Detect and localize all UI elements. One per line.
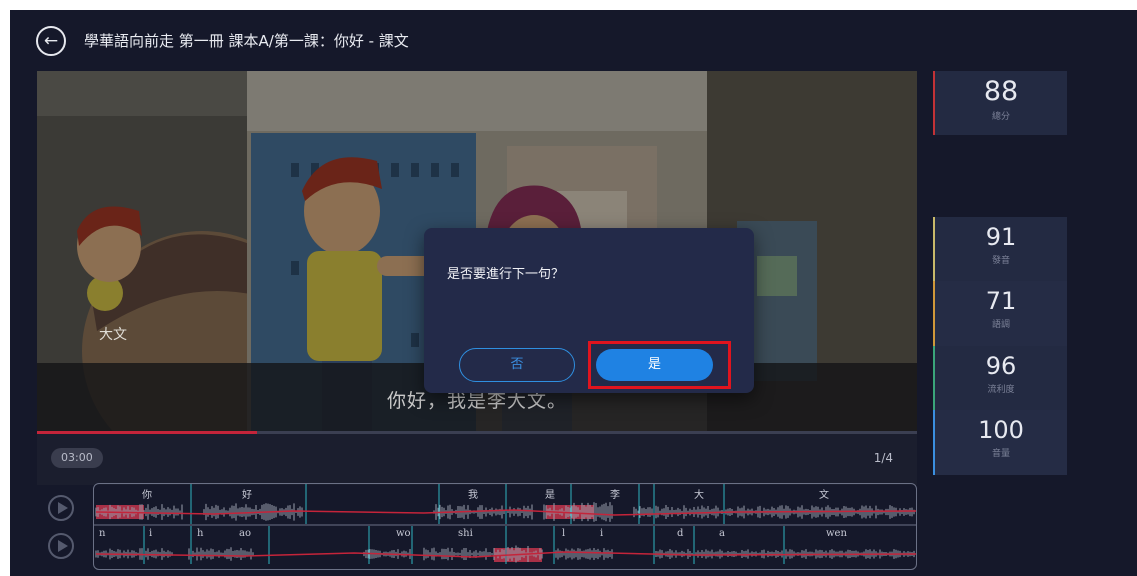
elapsed-time: 03:00 — [51, 448, 103, 468]
app-window: ← 學華語向前走 第一冊 課本A/第一課：你好 - 課文 大文 你好，我是李大文… — [10, 10, 1137, 576]
intonation-score-value: 71 — [985, 287, 1017, 315]
intonation-score-label: 語調 — [991, 320, 1010, 330]
pinyin-label: wo — [396, 528, 411, 539]
pronunciation-score-card: 91 發音 — [933, 217, 1067, 281]
pinyin-label: a — [719, 528, 725, 539]
char-label: 是 — [545, 490, 555, 501]
volume-score-value: 100 — [978, 416, 1024, 444]
sentence-counter: 1/4 — [873, 451, 893, 465]
total-score-label: 總分 — [991, 112, 1010, 122]
no-button[interactable]: 否 — [459, 348, 575, 382]
video-controls: 03:00 1/4 — [37, 434, 917, 485]
page-title: 學華語向前走 第一冊 課本A/第一課：你好 - 課文 — [84, 32, 409, 50]
header: ← 學華語向前走 第一冊 課本A/第一課：你好 - 課文 — [10, 10, 1137, 72]
next-sentence-dialog: 是否要進行下一句？ 否 是 — [424, 228, 754, 393]
pinyin-label: wen — [826, 528, 847, 539]
char-label: 你 — [142, 490, 152, 501]
pinyin-label: ao — [239, 528, 251, 539]
play-recording-icon[interactable] — [48, 533, 74, 559]
total-score-value: 88 — [983, 76, 1019, 107]
yes-button-highlight: 是 — [588, 341, 731, 389]
fluency-score-label: 流利度 — [987, 385, 1015, 395]
pinyin-label: l — [562, 528, 566, 539]
pinyin-label: n — [99, 528, 106, 539]
total-score-card: 88 總分 — [933, 71, 1067, 135]
play-reference-icon[interactable] — [48, 495, 74, 521]
yes-button[interactable]: 是 — [596, 349, 713, 381]
speaker-name: 大文 — [99, 327, 127, 343]
intonation-score-card: 71 語調 — [933, 281, 1067, 346]
char-label: 我 — [468, 490, 478, 501]
back-arrow-icon: ← — [43, 30, 59, 51]
dialog-message: 是否要進行下一句？ — [447, 267, 565, 282]
char-label: 李 — [610, 490, 620, 501]
fluency-score-value: 96 — [985, 352, 1017, 380]
pinyin-label: i — [149, 528, 153, 539]
back-button[interactable]: ← — [36, 26, 66, 56]
char-label: 好 — [242, 490, 252, 501]
char-label: 大 — [694, 490, 704, 501]
volume-score-label: 音量 — [991, 449, 1010, 459]
waveform-comparison: 你 好 我 是 李 大 文 n i h ao wo shi l i d a we… — [93, 483, 917, 570]
fluency-score-card: 96 流利度 — [933, 346, 1067, 410]
pinyin-label: h — [197, 528, 204, 539]
pinyin-label: d — [677, 528, 684, 539]
pronunciation-score-value: 91 — [985, 223, 1017, 251]
char-label: 文 — [819, 490, 829, 501]
volume-score-card: 100 音量 — [933, 410, 1067, 475]
pronunciation-score-label: 發音 — [991, 256, 1010, 266]
pinyin-label: i — [600, 528, 604, 539]
pinyin-label: shi — [458, 528, 473, 539]
